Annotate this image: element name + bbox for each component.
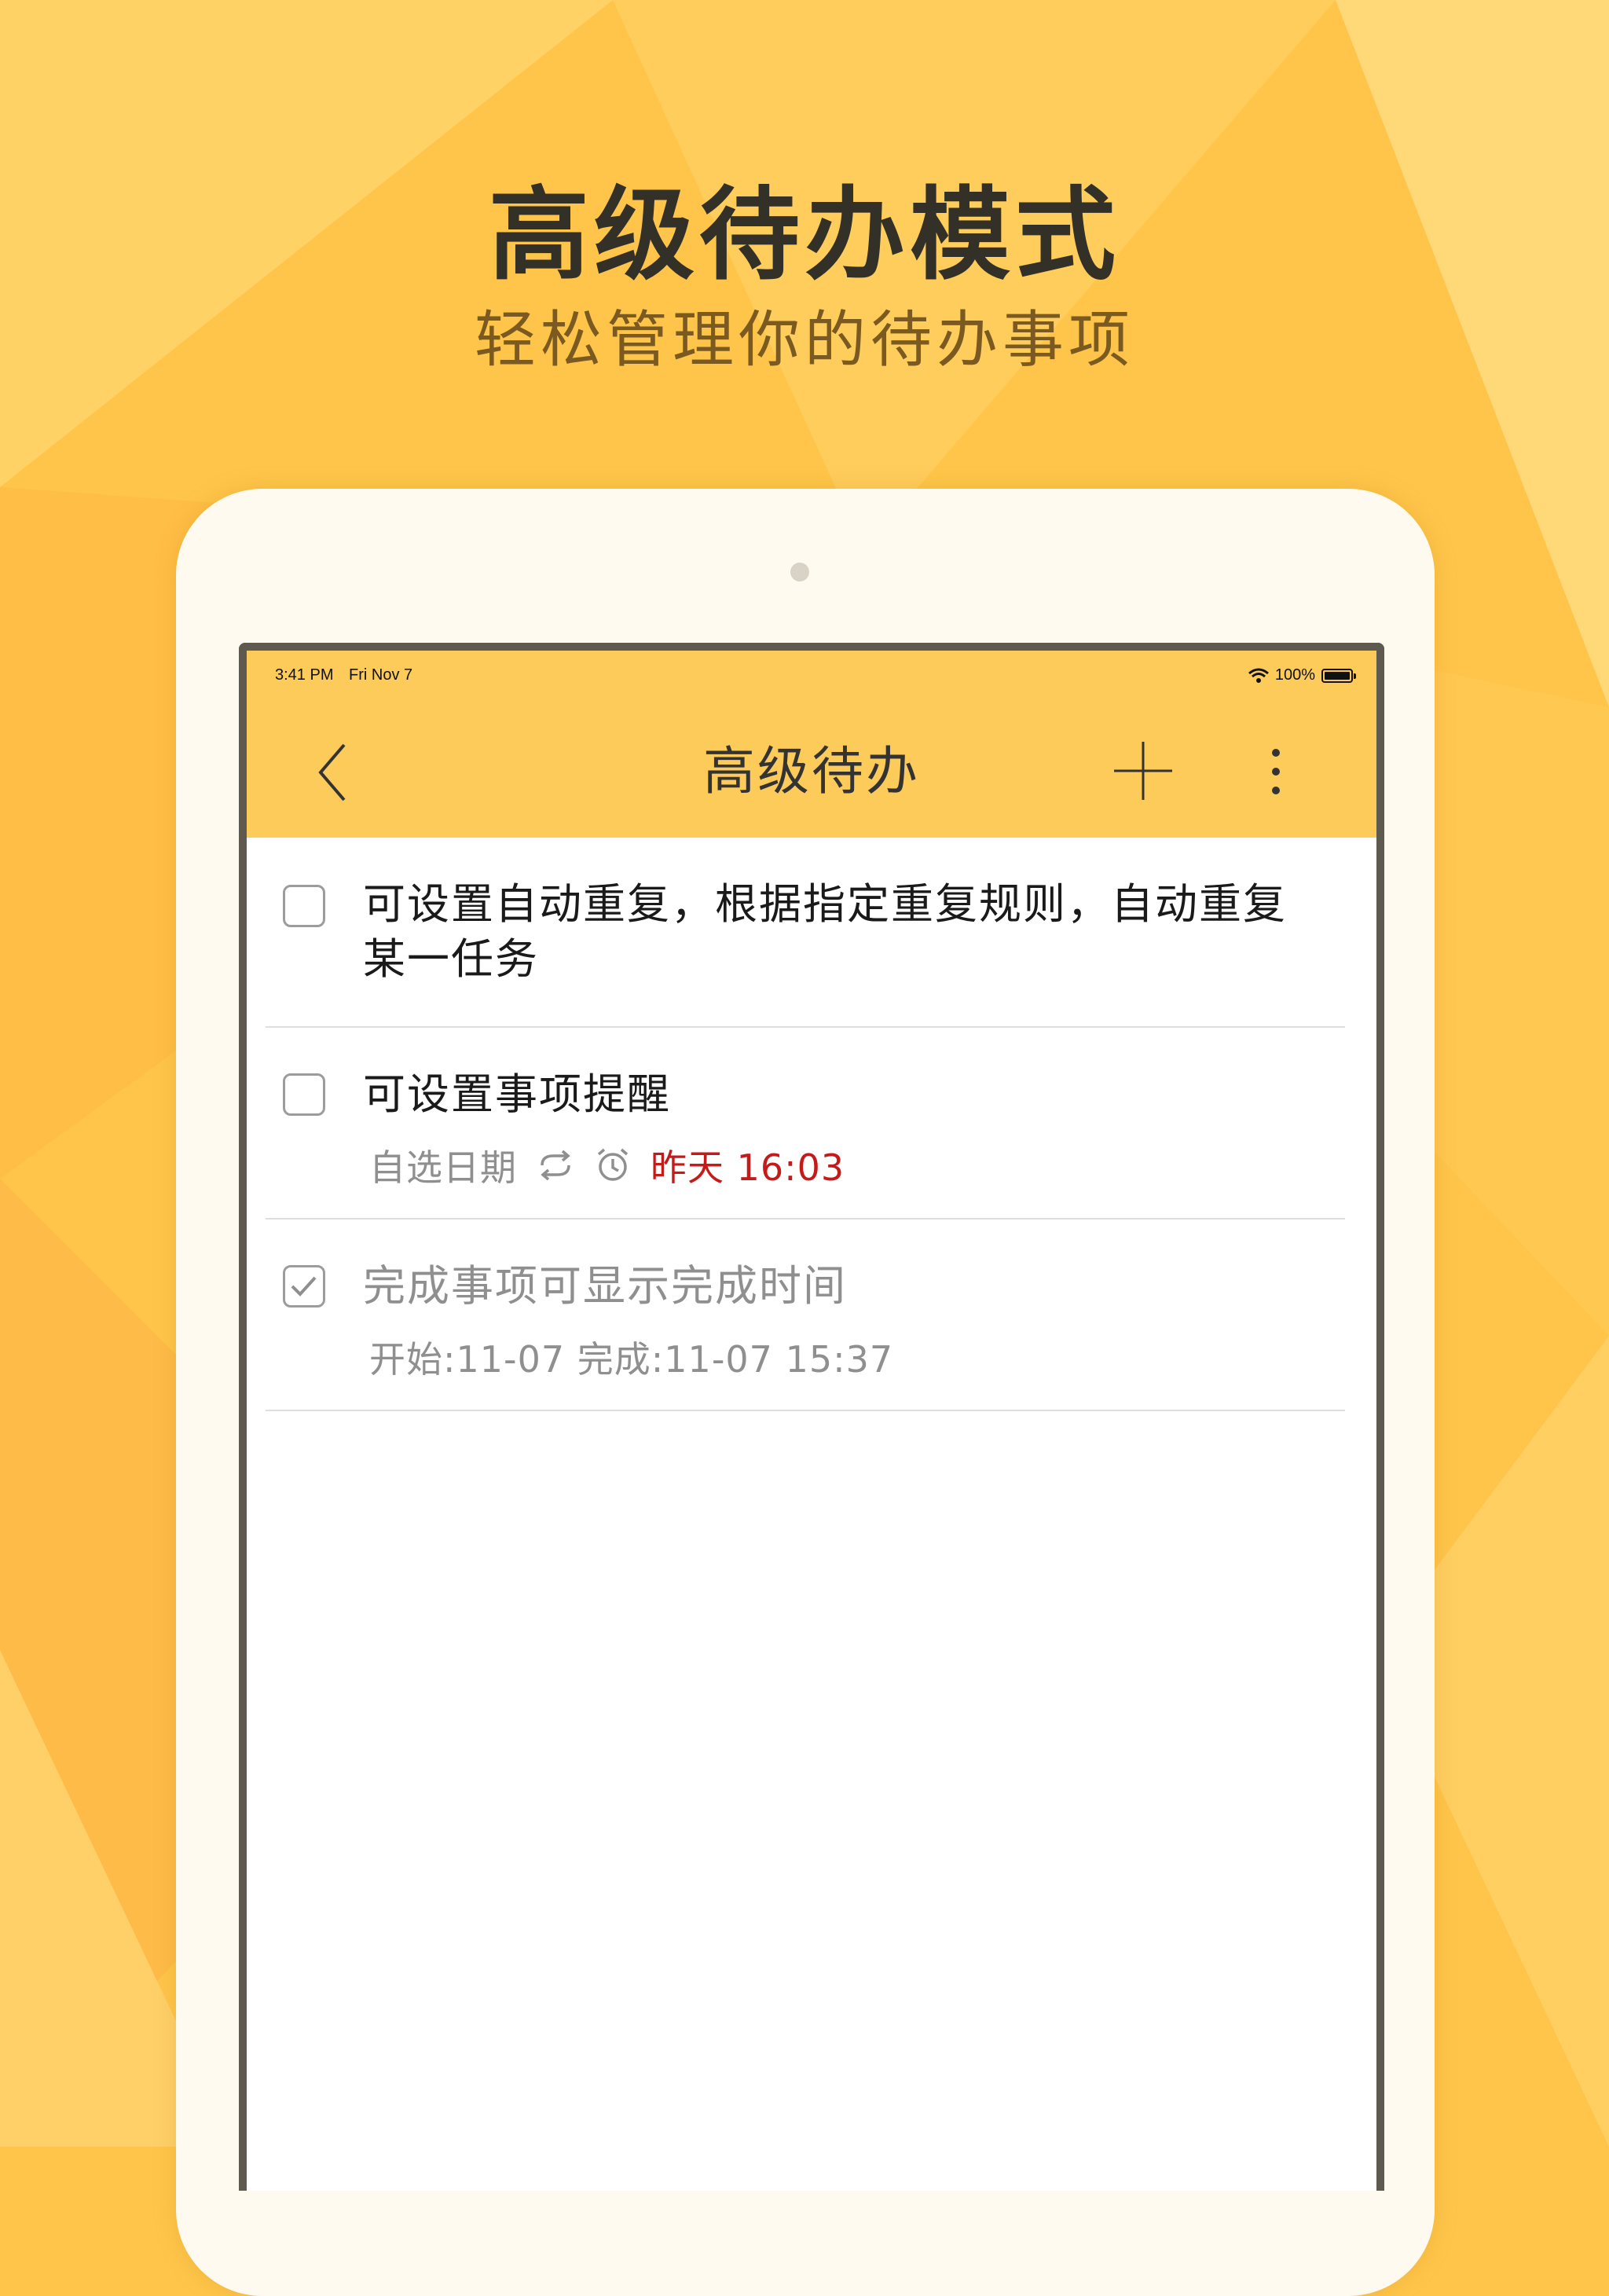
- todo-item[interactable]: 可设置事项提醒 自选日期 昨天 16:03: [266, 1028, 1345, 1220]
- more-menu-button[interactable]: [1260, 735, 1292, 806]
- battery-percent: 100%: [1274, 666, 1315, 684]
- status-time: 3:41 PM: [275, 666, 334, 684]
- more-vertical-icon: [1272, 749, 1280, 794]
- alarm-icon: [597, 1148, 629, 1181]
- app-title: 高级待办: [703, 741, 920, 801]
- wifi-icon: [1248, 668, 1269, 683]
- date-label: 自选日期: [369, 1146, 517, 1189]
- todo-item[interactable]: 可设置自动重复，根据指定重复规则，自动重复某一任务: [266, 838, 1345, 1028]
- repeat-icon: [541, 1150, 570, 1181]
- todo-meta: 自选日期 昨天 16:03: [369, 1139, 845, 1191]
- check-icon: [291, 1276, 317, 1297]
- battery-icon: [1321, 668, 1356, 683]
- todo-text: 完成事项可显示完成时间: [363, 1261, 847, 1311]
- todo-text: 可设置事项提醒: [363, 1069, 671, 1119]
- tablet-screen: 3:41 PM Fri Nov 7 100% 高级待办 可设置自动重复，根据指定…: [239, 643, 1384, 2191]
- status-date: Fri Nov 7: [349, 666, 413, 684]
- front-camera: [790, 563, 809, 581]
- promo-subtitle: 轻松管理你的待办事项: [474, 305, 1134, 376]
- completion-times: 开始:11-07 完成:11-07 15:37: [369, 1338, 894, 1381]
- promo-title: 高级待办模式: [488, 177, 1120, 294]
- todo-checkbox[interactable]: [283, 885, 325, 927]
- add-button[interactable]: [1108, 735, 1178, 806]
- todo-meta: 开始:11-07 完成:11-07 15:37: [369, 1331, 893, 1383]
- todo-text: 可设置自动重复，根据指定重复规则，自动重复某一任务: [363, 879, 1287, 984]
- reminder-time: 昨天 16:03: [651, 1146, 845, 1189]
- todo-item[interactable]: 完成事项可显示完成时间 开始:11-07 完成:11-07 15:37: [266, 1220, 1345, 1411]
- todo-checkbox-checked[interactable]: [283, 1265, 325, 1308]
- app-bar: 3:41 PM Fri Nov 7 100% 高级待办: [247, 651, 1376, 838]
- plus-icon: [1114, 742, 1172, 800]
- status-indicators: 100%: [1248, 666, 1356, 684]
- todo-checkbox[interactable]: [283, 1073, 325, 1116]
